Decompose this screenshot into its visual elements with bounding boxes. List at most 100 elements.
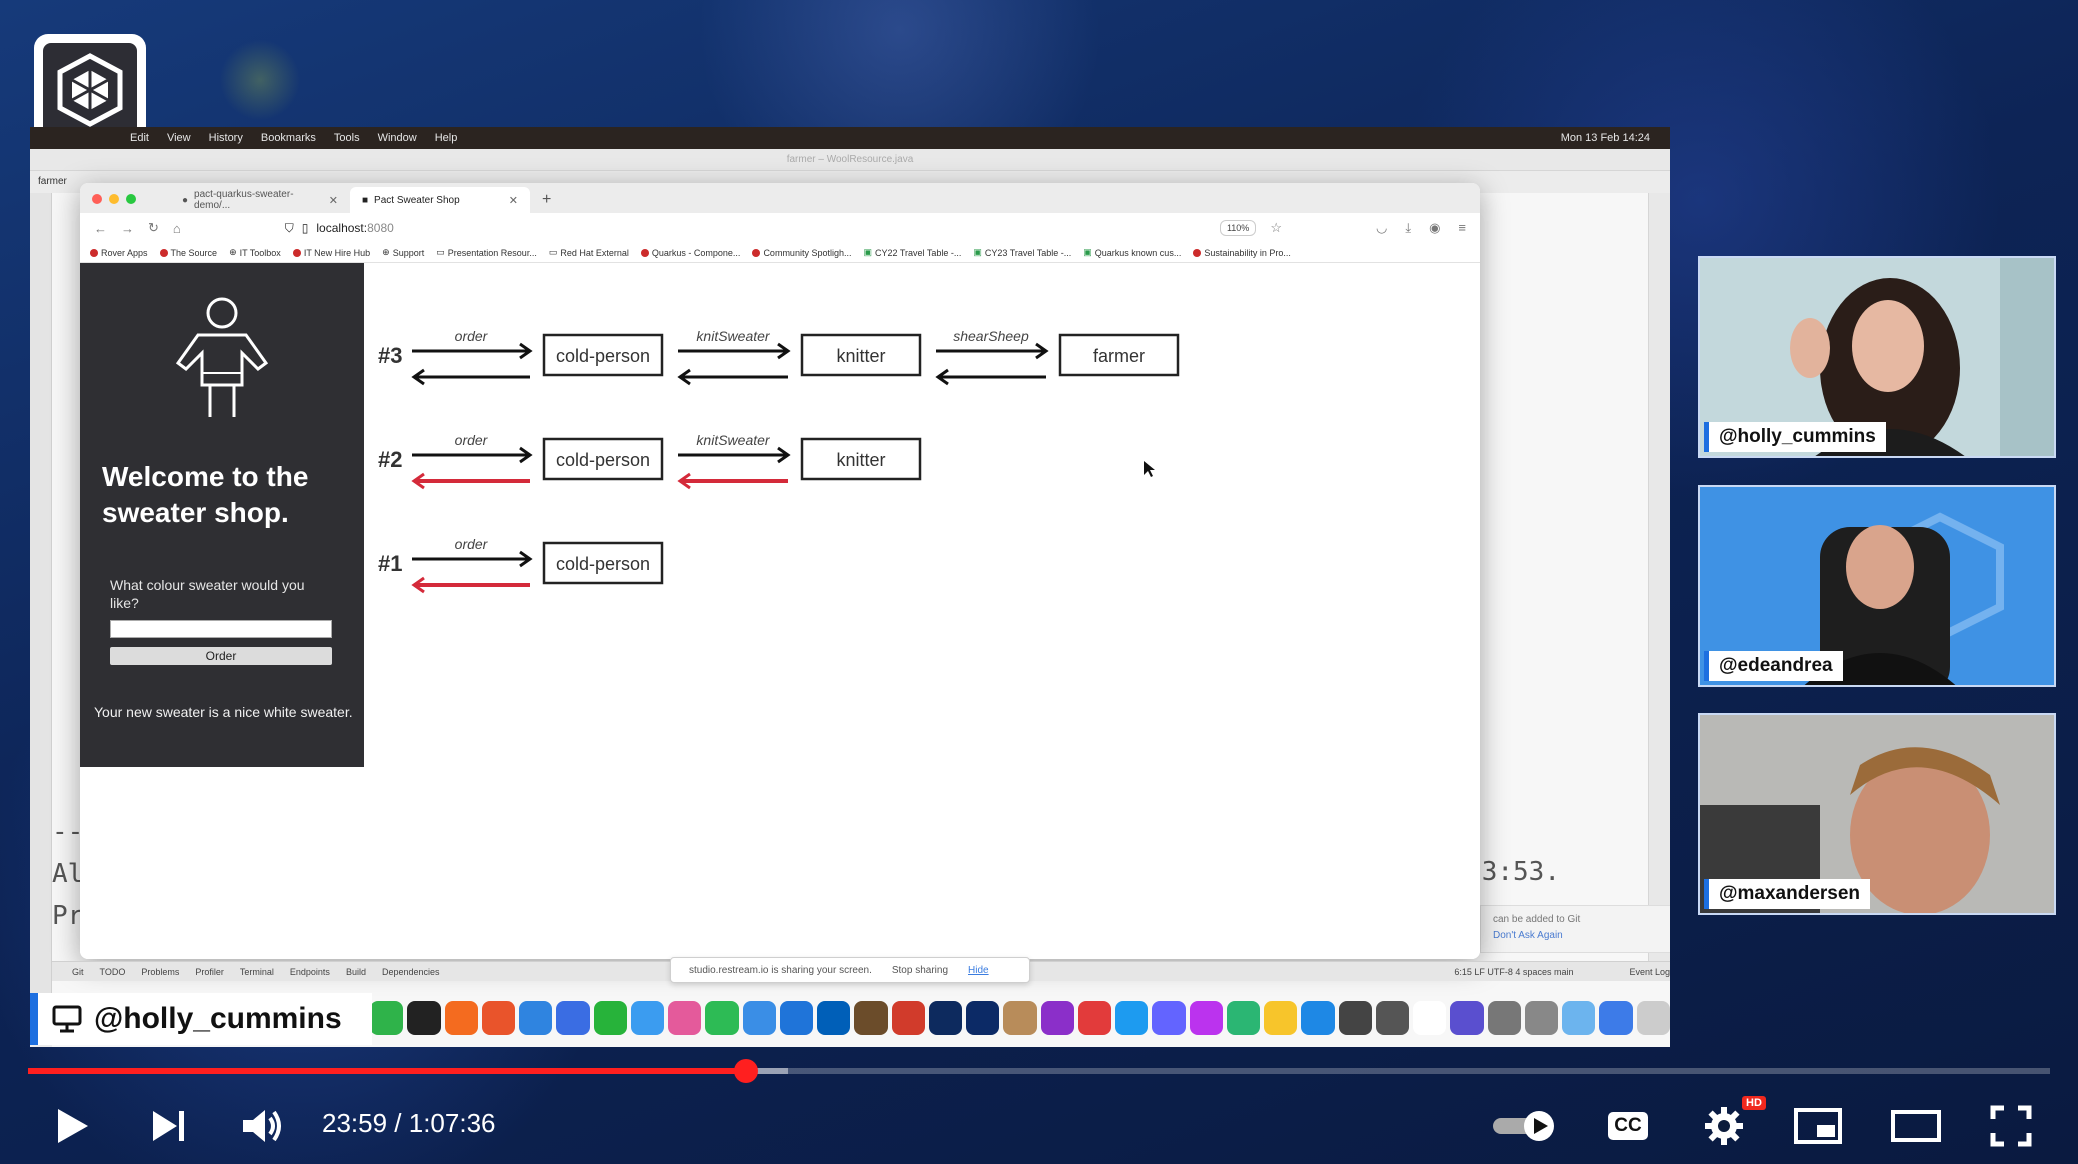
bookmark-item[interactable]: ▣ CY22 Travel Table -... — [863, 247, 961, 258]
menu-tools[interactable]: Tools — [334, 132, 360, 144]
close-window-button[interactable] — [92, 194, 102, 204]
current-time: 23:59 — [322, 1108, 388, 1138]
hide-notice-button[interactable]: Hide — [968, 965, 989, 976]
next-button[interactable] — [144, 1096, 194, 1156]
dock-app-icon[interactable] — [1115, 1001, 1149, 1035]
fullscreen-button[interactable] — [1986, 1096, 2036, 1156]
dock-app-icon[interactable] — [779, 1001, 813, 1035]
dock-app-icon[interactable] — [1599, 1001, 1633, 1035]
dont-ask-again-link[interactable]: Don't Ask Again — [1493, 928, 1670, 944]
theater-mode-button[interactable] — [1886, 1096, 1946, 1156]
menu-edit[interactable]: Edit — [130, 132, 149, 144]
new-tab-button[interactable]: + — [530, 187, 563, 213]
tool-profiler[interactable]: Profiler — [195, 967, 224, 977]
dock-app-icon[interactable] — [1264, 1001, 1298, 1035]
volume-button[interactable] — [236, 1096, 290, 1156]
dock-app-icon[interactable] — [444, 1001, 478, 1035]
dock-app-icon[interactable] — [1226, 1001, 1260, 1035]
zoom-level[interactable]: 110% — [1219, 220, 1257, 236]
progress-scrubber[interactable] — [734, 1059, 758, 1083]
event-log[interactable]: Event Log — [1629, 967, 1670, 977]
bookmark-item[interactable]: ▣ Quarkus known cus... — [1083, 247, 1181, 258]
bookmark-item[interactable]: Sustainability in Pro... — [1193, 248, 1291, 258]
tool-problems[interactable]: Problems — [141, 967, 179, 977]
bookmark-item[interactable]: IT New Hire Hub — [292, 248, 370, 258]
dock-app-icon[interactable] — [891, 1001, 925, 1035]
stop-sharing-button[interactable]: Stop sharing — [892, 965, 948, 976]
dock-app-icon[interactable] — [1152, 1001, 1186, 1035]
tab-sweater-shop[interactable]: ■ Pact Sweater Shop ✕ — [350, 187, 530, 213]
autoplay-toggle[interactable] — [1490, 1096, 1560, 1156]
dock-app-icon[interactable] — [1375, 1001, 1409, 1035]
tool-git[interactable]: Git — [72, 967, 84, 977]
bookmark-item[interactable]: The Source — [159, 248, 217, 258]
address-bar[interactable]: ⛉ ▯ localhost:8080 — [285, 221, 394, 236]
share-text: studio.restream.io is sharing your scree… — [689, 964, 872, 976]
dock-app-icon[interactable] — [1636, 1001, 1670, 1035]
dock-app-icon[interactable] — [1189, 1001, 1223, 1035]
menu-icon[interactable]: ≡ — [1458, 220, 1466, 236]
dock-app-icon[interactable] — [1077, 1001, 1111, 1035]
tool-endpoints[interactable]: Endpoints — [290, 967, 330, 977]
dock-app-icon[interactable] — [1524, 1001, 1558, 1035]
forward-icon[interactable]: → — [121, 221, 134, 236]
dock-app-icon[interactable] — [1003, 1001, 1037, 1035]
dock-app-icon[interactable] — [966, 1001, 1000, 1035]
dock-app-icon[interactable] — [854, 1001, 888, 1035]
download-icon[interactable]: ⤓ — [1405, 220, 1411, 236]
dock-app-icon[interactable] — [1487, 1001, 1521, 1035]
tool-terminal[interactable]: Terminal — [240, 967, 274, 977]
bookmark-folder[interactable]: ▭ Red Hat External — [549, 247, 629, 258]
dock-app-icon[interactable] — [1450, 1001, 1484, 1035]
back-icon[interactable]: ← — [94, 221, 107, 236]
bookmark-item[interactable]: Rover Apps — [90, 248, 148, 258]
captions-button[interactable]: CC — [1600, 1096, 1656, 1156]
dock-app-icon[interactable] — [1413, 1001, 1447, 1035]
dock-app-icon[interactable] — [481, 1001, 515, 1035]
tool-dependencies[interactable]: Dependencies — [382, 967, 440, 977]
close-tab-icon[interactable]: ✕ — [509, 194, 518, 207]
menu-view[interactable]: View — [167, 132, 191, 144]
tool-todo[interactable]: TODO — [100, 967, 126, 977]
play-button[interactable] — [48, 1096, 98, 1156]
bookmark-item[interactable]: ▣ CY23 Travel Table -... — [973, 247, 1071, 258]
dock-app-icon[interactable] — [593, 1001, 627, 1035]
miniplayer-button[interactable] — [1790, 1096, 1846, 1156]
bookmark-item[interactable]: ⊕ Support — [382, 247, 424, 258]
pocket-icon[interactable]: ◡ — [1376, 220, 1387, 236]
dock-app-icon[interactable] — [370, 1001, 404, 1035]
bookmark-folder[interactable]: ▭ Presentation Resour... — [436, 247, 537, 258]
bookmark-item[interactable]: Quarkus - Compone... — [640, 248, 740, 258]
dock-app-icon[interactable] — [556, 1001, 590, 1035]
dock-app-icon[interactable] — [519, 1001, 553, 1035]
dock-app-icon[interactable] — [742, 1001, 776, 1035]
menu-history[interactable]: History — [209, 132, 243, 144]
minimize-window-button[interactable] — [109, 194, 119, 204]
dock-app-icon[interactable] — [1562, 1001, 1596, 1035]
dock-app-icon[interactable] — [817, 1001, 851, 1035]
home-icon[interactable]: ⌂ — [173, 221, 181, 236]
dock-app-icon[interactable] — [928, 1001, 962, 1035]
video-frame[interactable]: Edit View History Bookmarks Tools Window… — [0, 0, 2078, 1164]
bookmark-item[interactable]: Community Spotligh... — [752, 248, 851, 258]
menu-bookmarks[interactable]: Bookmarks — [261, 132, 316, 144]
close-tab-icon[interactable]: ✕ — [329, 194, 338, 207]
dock-app-icon[interactable] — [1040, 1001, 1074, 1035]
menu-window[interactable]: Window — [378, 132, 417, 144]
dock-app-icon[interactable] — [1338, 1001, 1372, 1035]
account-icon[interactable]: ◉ — [1429, 220, 1440, 236]
zoom-window-button[interactable] — [126, 194, 136, 204]
dock-app-icon[interactable] — [407, 1001, 441, 1035]
colour-input[interactable] — [110, 620, 332, 638]
tool-build[interactable]: Build — [346, 967, 366, 977]
dock-app-icon[interactable] — [705, 1001, 739, 1035]
dock-app-icon[interactable] — [668, 1001, 702, 1035]
dock-app-icon[interactable] — [630, 1001, 664, 1035]
order-button[interactable]: Order — [110, 647, 332, 665]
bookmark-star-icon[interactable]: ☆ — [1270, 220, 1282, 236]
dock-app-icon[interactable] — [1301, 1001, 1335, 1035]
tab-github[interactable]: ● pact-quarkus-sweater-demo/... ✕ — [170, 187, 350, 213]
menu-help[interactable]: Help — [435, 132, 458, 144]
bookmark-item[interactable]: ⊕ IT Toolbox — [229, 247, 281, 258]
reload-icon[interactable]: ↻ — [148, 220, 159, 236]
